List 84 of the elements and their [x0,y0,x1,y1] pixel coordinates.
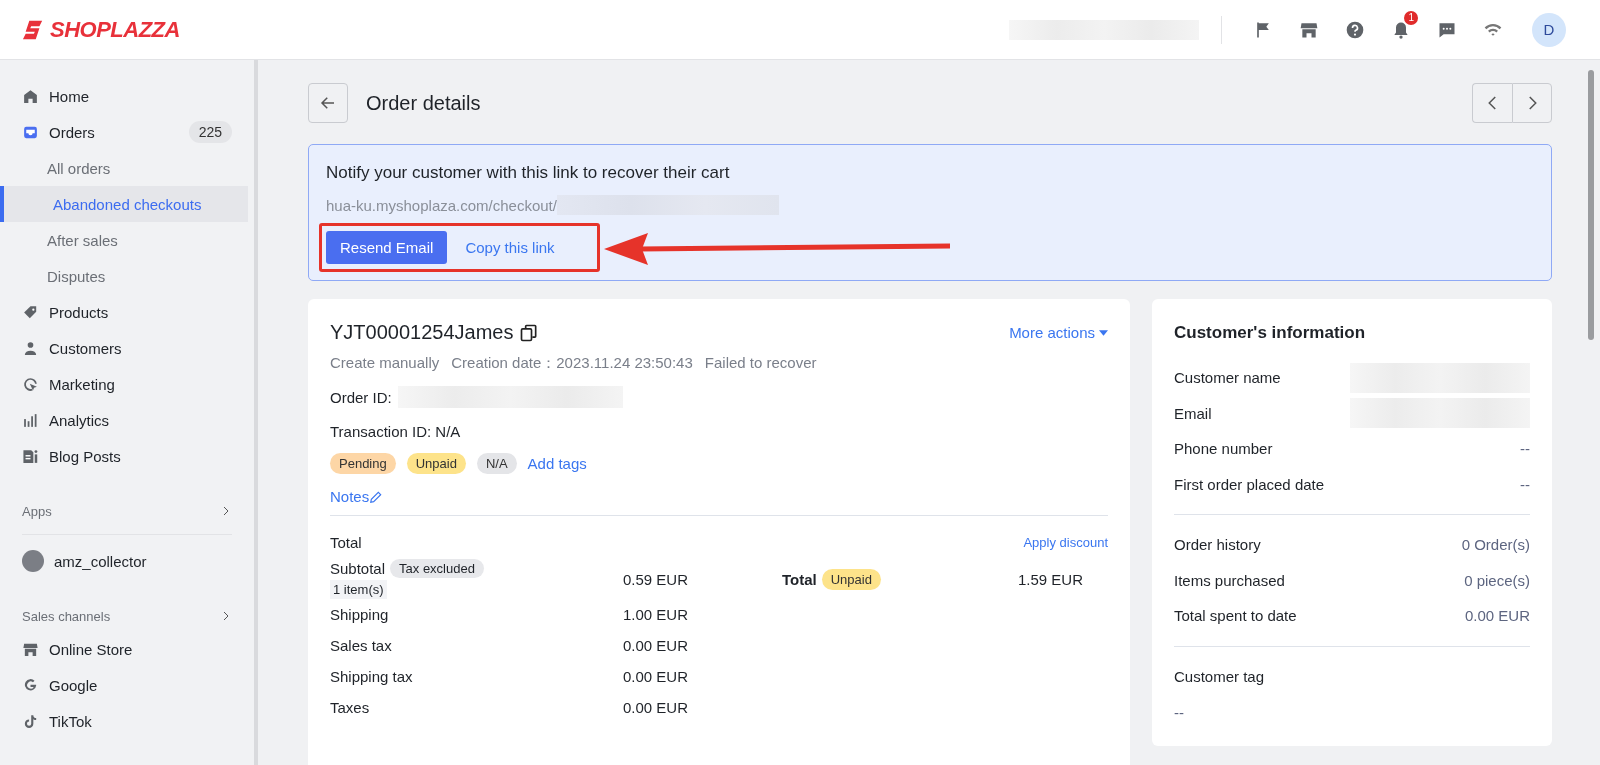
nav-item[interactable]: Google [0,667,254,703]
line-label: Subtotal [330,560,386,577]
nav-item[interactable]: amz_collector [0,543,254,579]
back-button[interactable] [308,83,348,123]
arrow-left-icon [319,94,337,112]
nav-item[interactable]: TikTok [0,703,254,739]
resend-email-button[interactable]: Resend Email [326,231,448,264]
pencil-icon [369,489,384,504]
status-tag: Unpaid [821,569,881,590]
logo-text: SHOPLAZZA [50,16,180,43]
order-meta: Create manually [330,354,440,373]
line-value: 1.00 EUR [623,606,690,623]
total-label: Total [782,571,817,588]
tax-badge: Tax excluded [390,559,484,578]
order-number: YJT00001254James [330,321,514,344]
count-badge: 225 [188,121,232,143]
field-label: Total spent to date [1174,607,1297,625]
field-value: -- [1520,440,1530,458]
field-label: Phone number [1174,440,1273,458]
status-tag: Pending [330,453,396,474]
bar-chart-icon [22,411,39,429]
nav-subitem[interactable]: All orders [0,150,248,186]
cursor-target-icon [22,375,39,393]
line-value: 0.00 EUR [623,637,690,654]
nav-item[interactable]: Blog Posts [0,438,254,474]
music-note-icon [22,712,39,730]
add-tags-link[interactable]: Add tags [527,455,587,472]
status-tag: Unpaid [406,453,466,474]
banner-title: Notify your customer with this link to recover their cart [326,163,731,183]
page-title: Order details [366,91,482,115]
total-value: 1.59 EUR [1017,571,1083,588]
line-value: 0.00 EUR [623,699,690,716]
nav-item[interactable]: Orders 225 [0,114,254,150]
copy-icon[interactable] [519,322,540,343]
field-label: Order history [1174,536,1261,554]
more-actions-link[interactable]: More actions [1009,324,1108,341]
copy-link-button[interactable]: Copy this link [451,231,569,264]
nav-item[interactable]: Customers [0,330,254,366]
person-icon [22,339,39,357]
nav-item[interactable]: Marketing [0,366,254,402]
field-value: 0.00 EUR [1464,607,1530,625]
nav-item[interactable]: Online Store [0,631,254,667]
section-title: Total [330,534,362,551]
order-id-label: Order ID: [330,388,392,406]
card-title: Customer's information [1174,323,1367,343]
field-label: Email [1174,404,1212,422]
field-label: Items purchased [1174,571,1285,589]
tag-icon [22,303,39,321]
field-label: Customer name [1174,369,1281,387]
field-value: -- [1174,704,1185,723]
nav-item[interactable]: Products [0,294,254,330]
line-label: Taxes [330,699,371,716]
avatar[interactable]: D [1532,12,1566,47]
home-icon [22,87,39,105]
nav-item[interactable]: Analytics [0,402,254,438]
document-icon [22,447,39,465]
nav-subitem[interactable]: Disputes [0,258,248,294]
line-value: 0.00 EUR [623,668,690,685]
status-tag: N/A [476,453,517,474]
transaction-id: Transaction ID: N/A [330,422,461,440]
help-icon[interactable] [1345,19,1365,40]
section-heading: Sales channels [22,608,111,624]
apply-discount-link[interactable]: Apply discount [1023,535,1108,550]
line-label: Sales tax [330,637,393,654]
app-icon [22,550,44,572]
scrollbar[interactable] [1588,70,1594,340]
nav-subitem[interactable]: After sales [0,222,248,258]
nav-subitem[interactable]: Abandoned checkouts [0,186,248,222]
notification-badge: 1 [1404,10,1418,25]
order-meta: Failed to recover [704,354,817,373]
line-label: Shipping [330,606,390,623]
nav-item[interactable]: Home [0,78,254,114]
section-heading: Apps [22,503,52,519]
field-value: -- [1520,475,1530,493]
item-count: 1 item(s) [330,580,387,599]
field-label: Customer tag [1174,667,1265,685]
field-value: 0 Order(s) [1461,536,1530,554]
line-label: Shipping tax [330,668,414,685]
field-label: First order placed date [1174,475,1325,493]
notes-link[interactable]: Notes [330,488,384,505]
field-value: 0 piece(s) [1464,571,1530,589]
caret-down-icon [1099,329,1108,336]
order-meta: Creation date：2023.11.24 23:50:43 [451,354,693,373]
line-value: 0.59 EUR [623,570,690,588]
